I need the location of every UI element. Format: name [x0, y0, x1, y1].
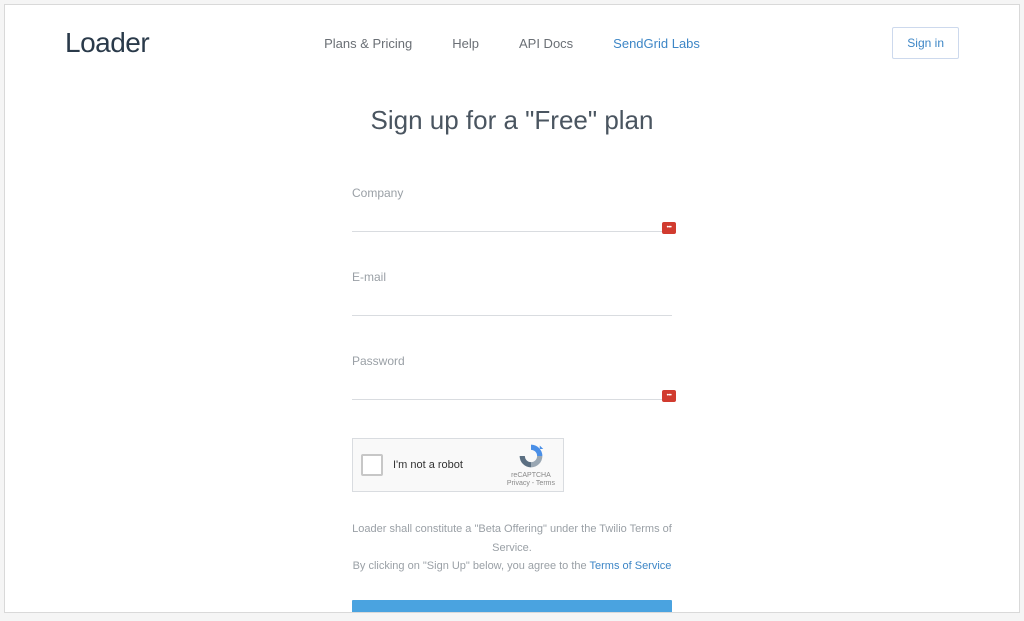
recaptcha-legal-text: Privacy - Terms — [507, 480, 555, 488]
company-field-wrapper: Company — [352, 186, 672, 232]
required-badge-icon — [662, 222, 676, 234]
recaptcha-label: I'm not a robot — [393, 459, 507, 471]
signin-button[interactable]: Sign in — [892, 27, 959, 59]
password-input[interactable] — [352, 374, 672, 400]
recaptcha-logo-icon — [517, 442, 545, 470]
nav-plans-pricing[interactable]: Plans & Pricing — [324, 36, 412, 51]
password-field-wrapper: Password — [352, 354, 672, 400]
terms-line-2: By clicking on "Sign Up" below, you agre… — [352, 557, 672, 576]
signup-button[interactable]: Sign up — [352, 600, 672, 613]
nav-help[interactable]: Help — [452, 36, 479, 51]
logo: Loader — [65, 27, 149, 59]
email-label: E-mail — [352, 270, 672, 284]
recaptcha-branding: reCAPTCHA Privacy - Terms — [507, 442, 555, 489]
signup-form: Sign up for a "Free" plan Company E-mail… — [352, 105, 672, 613]
header: Loader Plans & Pricing Help API Docs Sen… — [5, 5, 1019, 65]
terms-text: Loader shall constitute a "Beta Offering… — [352, 520, 672, 576]
recaptcha-checkbox[interactable] — [361, 454, 383, 476]
email-field-wrapper: E-mail — [352, 270, 672, 316]
company-label: Company — [352, 186, 672, 200]
required-badge-icon — [662, 390, 676, 402]
email-input[interactable] — [352, 290, 672, 316]
password-label: Password — [352, 354, 672, 368]
recaptcha-widget: I'm not a robot reCAPTCHA Privacy - Term… — [352, 438, 564, 492]
recaptcha-brand-text: reCAPTCHA — [507, 472, 555, 480]
nav-sendgrid-labs[interactable]: SendGrid Labs — [613, 36, 700, 51]
page-title: Sign up for a "Free" plan — [352, 105, 672, 136]
company-input[interactable] — [352, 206, 672, 232]
nav-api-docs[interactable]: API Docs — [519, 36, 573, 51]
terms-line-1: Loader shall constitute a "Beta Offering… — [352, 520, 672, 557]
top-nav: Plans & Pricing Help API Docs SendGrid L… — [324, 36, 700, 51]
terms-of-service-link[interactable]: Terms of Service — [590, 560, 672, 572]
